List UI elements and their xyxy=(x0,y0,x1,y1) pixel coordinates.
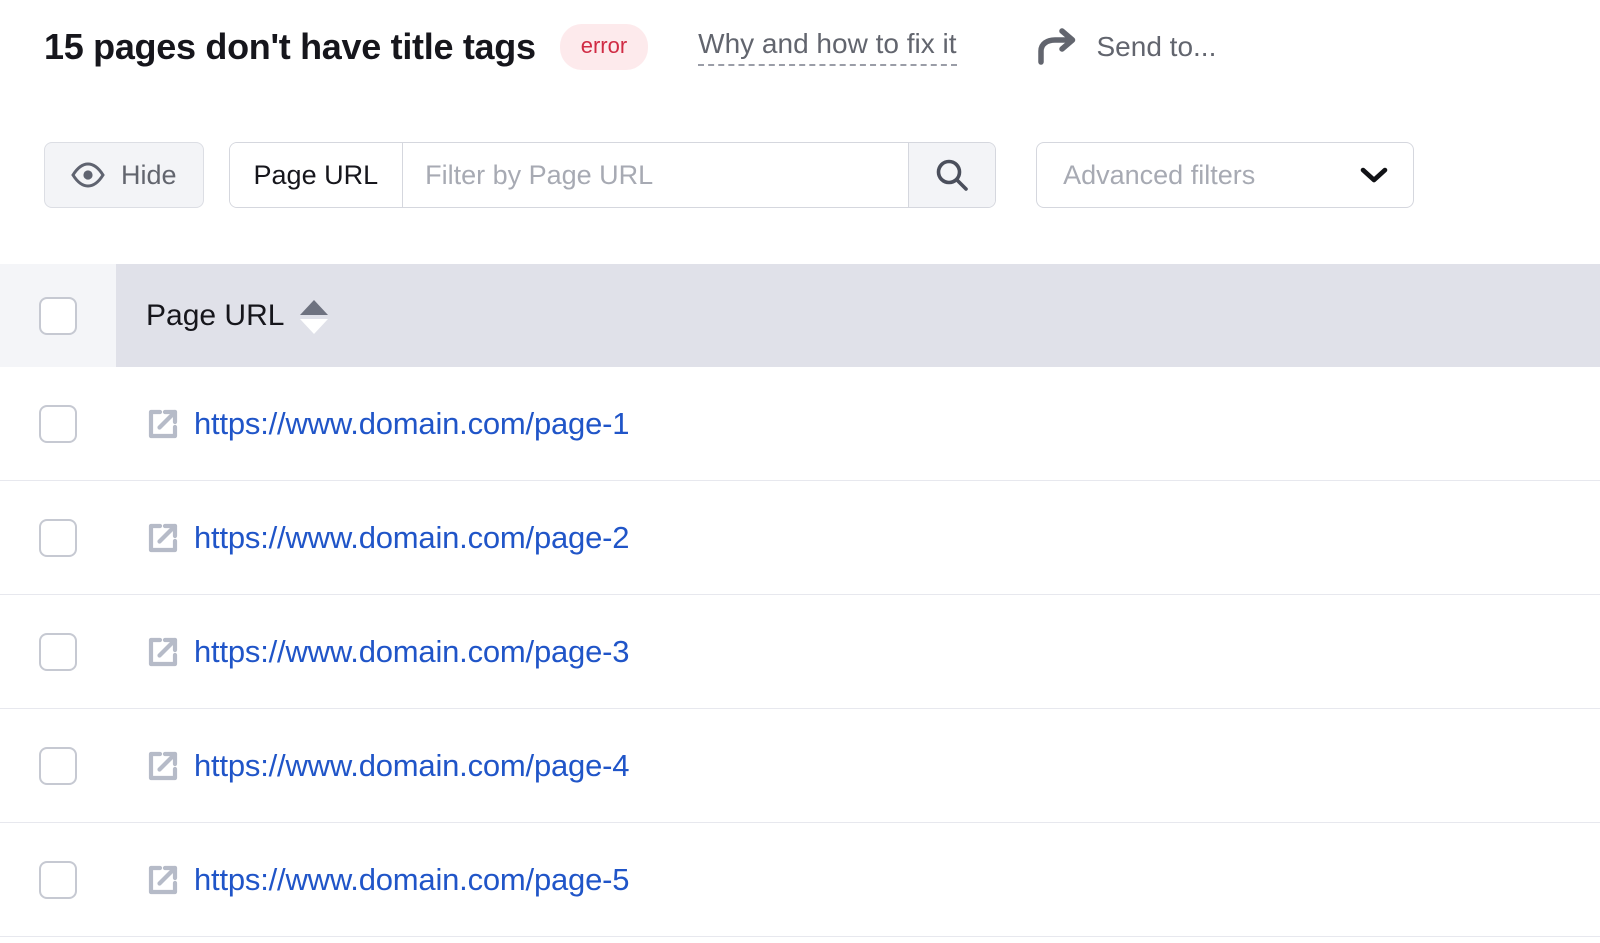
row-url-cell: https://www.domain.com/page-5 xyxy=(116,862,1600,898)
row-checkbox-cell xyxy=(0,519,116,557)
issue-detail-page: 15 pages don't have title tags error Why… xyxy=(0,0,1600,943)
row-checkbox[interactable] xyxy=(39,405,77,443)
select-all-cell xyxy=(0,264,116,367)
filter-input[interactable] xyxy=(403,143,908,207)
page-url-link[interactable]: https://www.domain.com/page-5 xyxy=(194,862,629,898)
row-checkbox-cell xyxy=(0,861,116,899)
status-badge: error xyxy=(560,24,648,70)
page-url-filter-group: Page URL xyxy=(229,142,997,208)
advanced-filters-dropdown[interactable]: Advanced filters xyxy=(1036,142,1414,208)
issue-header: 15 pages don't have title tags error Why… xyxy=(44,18,1216,76)
page-url-link[interactable]: https://www.domain.com/page-2 xyxy=(194,520,629,556)
table-row[interactable]: https://www.domain.com/page-4 xyxy=(0,709,1600,823)
page-url-link[interactable]: https://www.domain.com/page-4 xyxy=(194,748,629,784)
eye-icon xyxy=(71,162,105,188)
hide-button-label: Hide xyxy=(121,160,177,191)
chevron-down-icon xyxy=(1359,165,1389,185)
filter-field-select[interactable]: Page URL xyxy=(230,143,404,207)
external-link-icon[interactable] xyxy=(146,521,180,555)
external-link-icon[interactable] xyxy=(146,749,180,783)
why-and-how-to-fix-link[interactable]: Why and how to fix it xyxy=(698,28,956,66)
search-icon xyxy=(934,157,970,193)
send-to-label: Send to... xyxy=(1097,31,1217,63)
row-checkbox-cell xyxy=(0,747,116,785)
row-checkbox[interactable] xyxy=(39,519,77,557)
column-header-page-url[interactable]: Page URL xyxy=(116,264,1600,367)
send-to-button[interactable]: Send to... xyxy=(1035,27,1217,67)
filters-toolbar: Hide Page URL Advanced filters xyxy=(44,142,1414,208)
table-row[interactable]: https://www.domain.com/page-5 xyxy=(0,823,1600,937)
row-checkbox[interactable] xyxy=(39,633,77,671)
row-checkbox[interactable] xyxy=(39,861,77,899)
row-checkbox-cell xyxy=(0,405,116,443)
table-row[interactable]: https://www.domain.com/page-2 xyxy=(0,481,1600,595)
external-link-icon[interactable] xyxy=(146,863,180,897)
page-url-link[interactable]: https://www.domain.com/page-3 xyxy=(194,634,629,670)
sort-arrows-icon[interactable] xyxy=(300,298,328,334)
column-header-label: Page URL xyxy=(146,299,284,333)
advanced-filters-label: Advanced filters xyxy=(1063,160,1255,191)
table-body: https://www.domain.com/page-1 https://www… xyxy=(0,367,1600,937)
select-all-checkbox[interactable] xyxy=(39,297,77,335)
row-url-cell: https://www.domain.com/page-3 xyxy=(116,634,1600,670)
row-url-cell: https://www.domain.com/page-2 xyxy=(116,520,1600,556)
external-link-icon[interactable] xyxy=(146,407,180,441)
search-button[interactable] xyxy=(908,143,995,207)
page-url-link[interactable]: https://www.domain.com/page-1 xyxy=(194,406,629,442)
share-arrow-icon xyxy=(1035,27,1081,67)
table-row[interactable]: https://www.domain.com/page-1 xyxy=(0,367,1600,481)
external-link-icon[interactable] xyxy=(146,635,180,669)
row-checkbox-cell xyxy=(0,633,116,671)
table-header-row: Page URL xyxy=(0,264,1600,367)
row-checkbox[interactable] xyxy=(39,747,77,785)
issues-table: Page URL https://www.domain.com/page-1ht… xyxy=(0,264,1600,937)
page-title: 15 pages don't have title tags xyxy=(44,26,536,68)
table-row[interactable]: https://www.domain.com/page-3 xyxy=(0,595,1600,709)
hide-button[interactable]: Hide xyxy=(44,142,204,208)
row-url-cell: https://www.domain.com/page-1 xyxy=(116,406,1600,442)
row-url-cell: https://www.domain.com/page-4 xyxy=(116,748,1600,784)
